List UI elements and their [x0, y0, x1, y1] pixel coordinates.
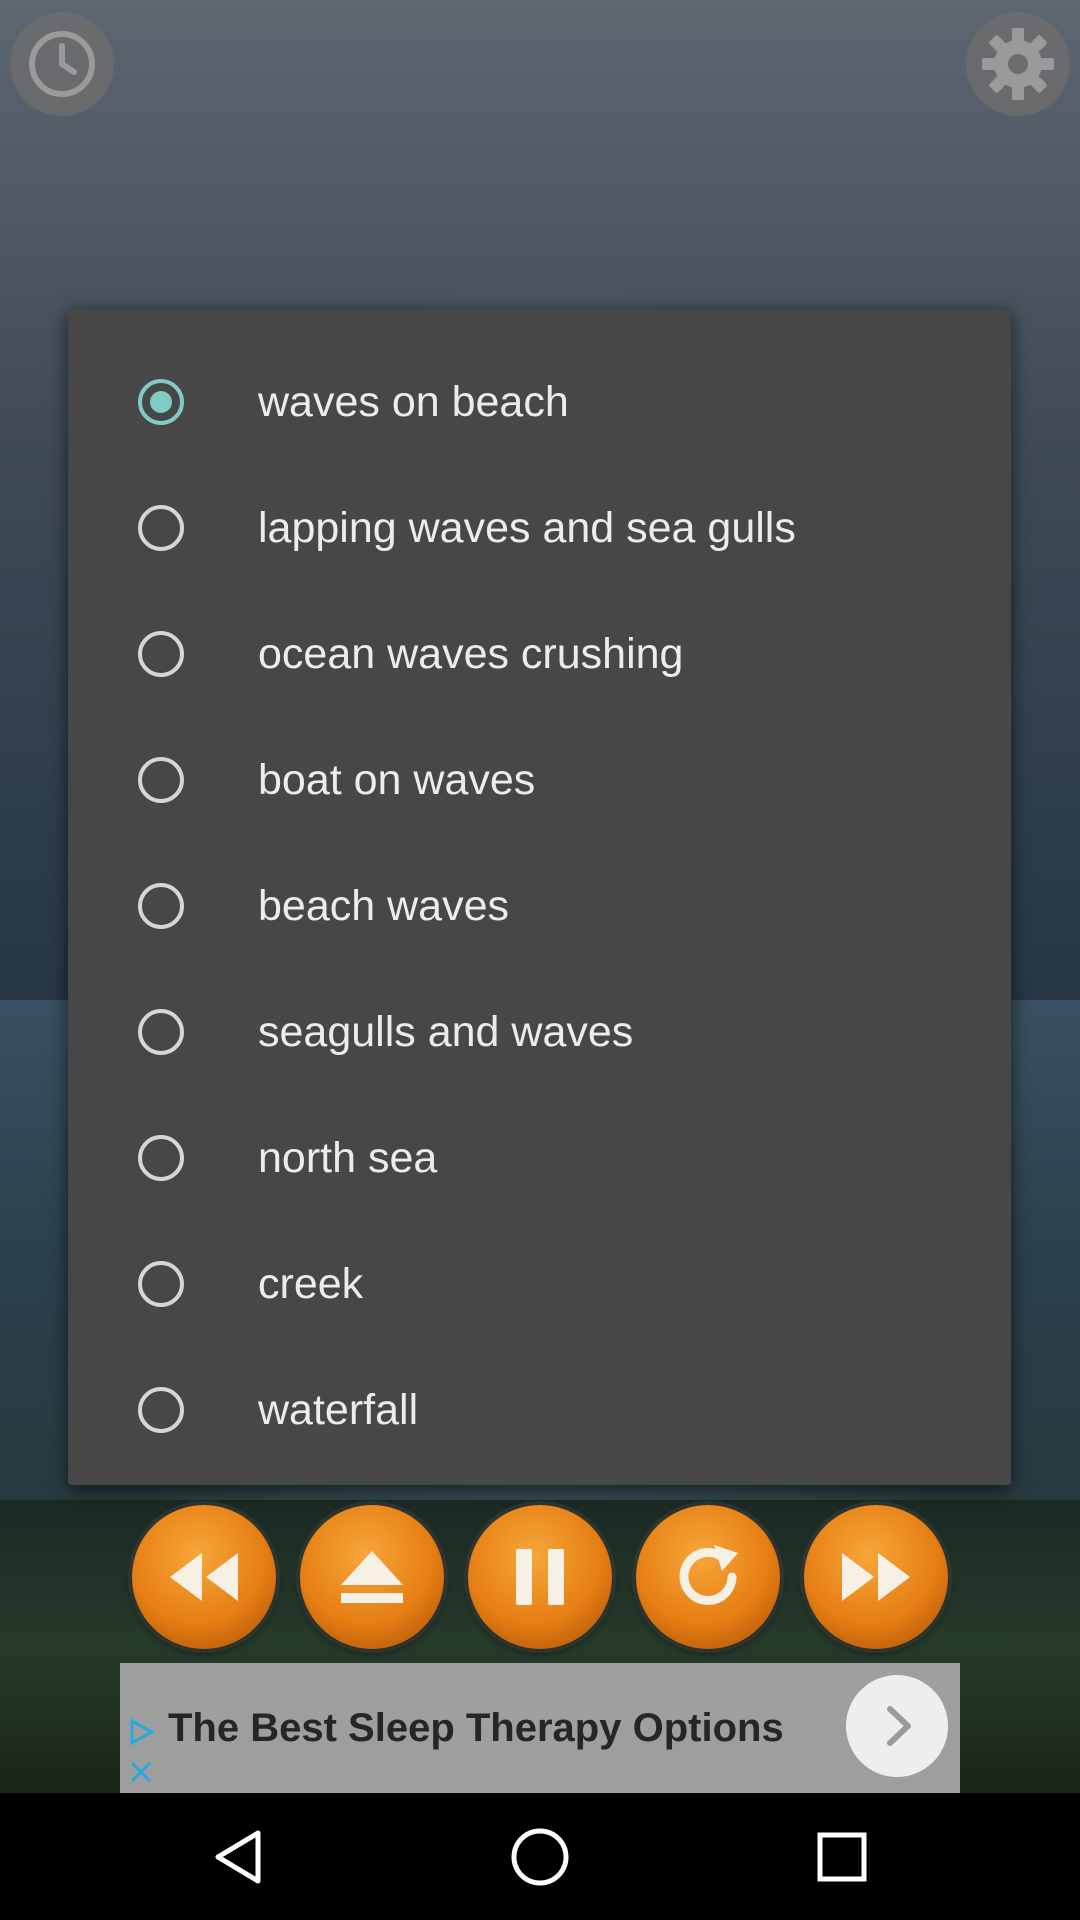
- radio-button[interactable]: [138, 1387, 184, 1433]
- eject-button[interactable]: [300, 1505, 444, 1649]
- media-controls: [0, 1505, 1080, 1650]
- replay-icon: [679, 1545, 738, 1605]
- radio-button-checked[interactable]: [138, 379, 184, 425]
- sound-option-label: north sea: [258, 1134, 438, 1182]
- sound-option[interactable]: lapping waves and sea gulls: [68, 465, 1011, 591]
- system-navigation-bar: [0, 1793, 1080, 1920]
- ad-text[interactable]: The Best Sleep Therapy Options: [168, 1663, 784, 1793]
- clock-icon: [29, 31, 95, 97]
- sound-option-label: waves on beach: [258, 378, 569, 426]
- sound-option[interactable]: beach waves: [68, 843, 1011, 969]
- sound-option[interactable]: seagulls and waves: [68, 969, 1011, 1095]
- pause-button[interactable]: [468, 1505, 612, 1649]
- sound-selection-dialog: waves on beach lapping waves and sea gull…: [68, 309, 1011, 1485]
- sound-option-label: seagulls and waves: [258, 1008, 634, 1056]
- recents-icon: [817, 1832, 867, 1882]
- replay-button[interactable]: [636, 1505, 780, 1649]
- radio-button[interactable]: [138, 883, 184, 929]
- home-icon: [511, 1828, 569, 1886]
- ad-open-button[interactable]: [846, 1675, 948, 1777]
- rewind-button[interactable]: [132, 1505, 276, 1649]
- radio-button[interactable]: [138, 1261, 184, 1307]
- gear-icon: [982, 28, 1054, 100]
- pause-icon: [516, 1549, 564, 1605]
- sound-option[interactable]: waterfall: [68, 1347, 1011, 1473]
- sound-option-label: lapping waves and sea gulls: [258, 504, 796, 552]
- sound-option[interactable]: boat on waves: [68, 717, 1011, 843]
- fast-forward-button[interactable]: [804, 1505, 948, 1649]
- rewind-icon: [170, 1553, 238, 1601]
- chevron-right-icon: [887, 1706, 911, 1746]
- settings-button[interactable]: [966, 12, 1070, 116]
- radio-button[interactable]: [138, 1009, 184, 1055]
- radio-button[interactable]: [138, 1135, 184, 1181]
- nav-recents-button[interactable]: [806, 1821, 878, 1893]
- nav-back-button[interactable]: [202, 1821, 274, 1893]
- sound-option[interactable]: waves on beach: [68, 339, 1011, 465]
- sound-option-label: beach waves: [258, 882, 509, 930]
- nav-home-button[interactable]: [504, 1821, 576, 1893]
- eject-icon: [341, 1551, 403, 1603]
- sound-option[interactable]: north sea: [68, 1095, 1011, 1221]
- fast-forward-icon: [842, 1553, 910, 1601]
- radio-button[interactable]: [138, 631, 184, 677]
- close-icon[interactable]: [126, 1757, 156, 1787]
- timer-button[interactable]: [10, 12, 114, 116]
- sound-option-label: creek: [258, 1260, 364, 1308]
- back-icon: [215, 1830, 261, 1884]
- sound-option[interactable]: creek: [68, 1221, 1011, 1347]
- radio-button[interactable]: [138, 505, 184, 551]
- sound-option-label: waterfall: [258, 1386, 419, 1434]
- radio-button[interactable]: [138, 757, 184, 803]
- sound-option[interactable]: ocean waves crushing: [68, 591, 1011, 717]
- ad-choices-icon[interactable]: [126, 1717, 156, 1747]
- ad-banner[interactable]: The Best Sleep Therapy Options: [120, 1663, 960, 1793]
- sound-option-label: boat on waves: [258, 756, 536, 804]
- sound-option-label: ocean waves crushing: [258, 630, 684, 678]
